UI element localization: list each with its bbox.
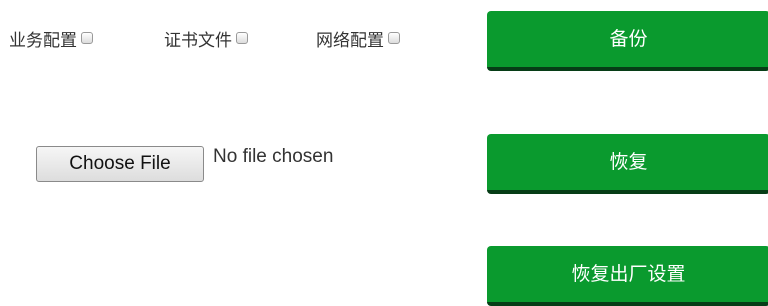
backup-button-label: 备份	[609, 28, 648, 50]
certificate-files-checkbox[interactable]	[236, 32, 248, 44]
option-service-config-label: 业务配置	[9, 30, 77, 51]
choose-file-button-label: Choose File	[69, 153, 171, 174]
option-certificate-files: 证书文件	[164, 27, 248, 51]
service-config-checkbox[interactable]	[81, 32, 93, 44]
restore-button[interactable]: 恢复	[487, 134, 768, 194]
file-status-text: No file chosen	[213, 146, 334, 167]
factory-reset-button-label: 恢复出厂设置	[571, 263, 686, 285]
restore-button-label: 恢复	[609, 151, 648, 173]
option-service-config: 业务配置	[9, 27, 93, 51]
network-config-checkbox[interactable]	[388, 32, 400, 44]
choose-file-button[interactable]: Choose File	[36, 146, 204, 182]
backup-button[interactable]: 备份	[487, 11, 768, 71]
option-network-config-label: 网络配置	[316, 30, 384, 51]
factory-reset-button[interactable]: 恢复出厂设置	[487, 246, 768, 306]
option-certificate-files-label: 证书文件	[164, 30, 232, 51]
option-network-config: 网络配置	[316, 27, 400, 51]
